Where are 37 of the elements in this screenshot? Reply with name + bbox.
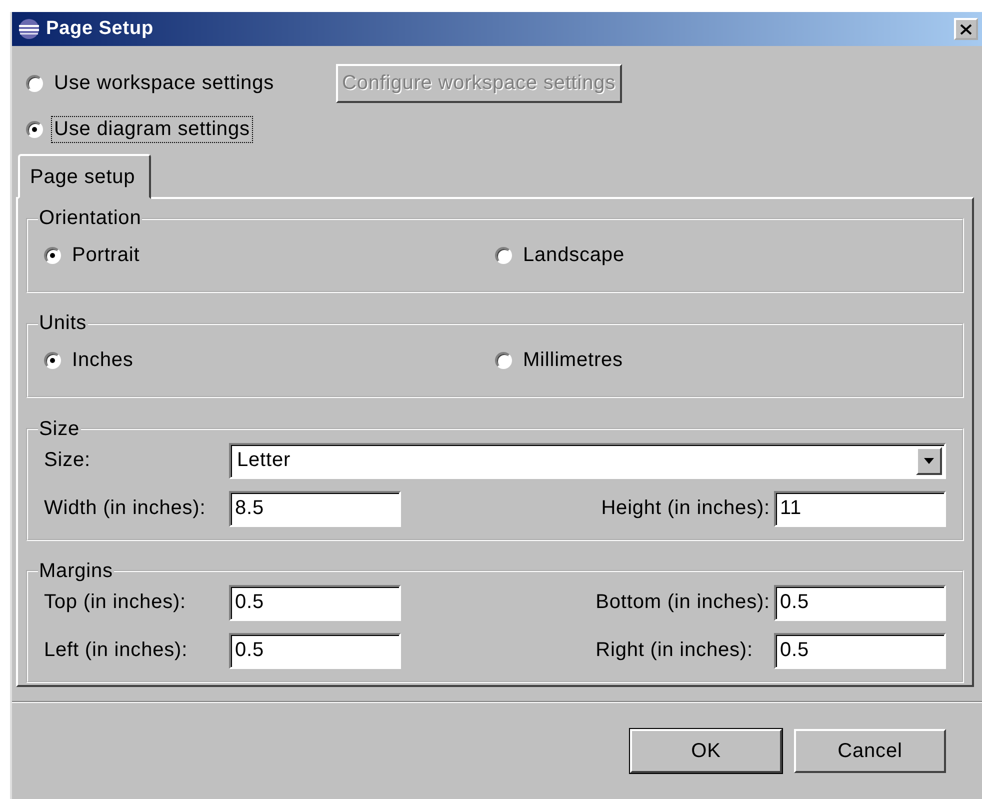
radio-label[interactable]: Portrait <box>69 242 143 269</box>
field-label: Right (in inches): <box>596 639 754 662</box>
radio-button[interactable] <box>44 247 61 264</box>
field-label: Top (in inches): <box>44 591 188 614</box>
radio-label[interactable]: Inches <box>69 347 136 374</box>
size-dropdown[interactable]: Letter <box>229 442 946 479</box>
dialog-button[interactable]: Cancel <box>794 729 946 773</box>
group-title: Orientation <box>38 207 142 230</box>
input-field[interactable]: 0.5 <box>774 584 946 621</box>
input-field[interactable]: 0.5 <box>229 632 401 669</box>
field-label: Height (in inches): <box>601 497 771 520</box>
input-field[interactable]: 8.5 <box>229 490 401 527</box>
group-title: Size <box>38 418 81 441</box>
input-field[interactable]: 0.5 <box>229 584 401 621</box>
input-field[interactable]: 0.5 <box>774 632 946 669</box>
input-field[interactable]: 11 <box>774 490 946 527</box>
group-title: Units <box>38 312 88 336</box>
close-icon[interactable] <box>960 24 972 34</box>
globe-icon <box>16 18 42 40</box>
tab[interactable]: Page setup <box>18 154 152 199</box>
group-title: Margins <box>38 560 114 583</box>
dialog-button[interactable]: OK <box>630 729 782 773</box>
window-title: Page Setup <box>46 18 154 40</box>
field-label: Left (in inches): <box>44 639 189 662</box>
radio-label[interactable]: Millimetres <box>520 347 626 374</box>
field-label: Bottom (in inches): <box>596 591 771 614</box>
radio-button[interactable] <box>495 247 512 264</box>
radio-label[interactable]: Landscape <box>520 242 628 269</box>
radio-button[interactable] <box>26 120 43 138</box>
close-button[interactable] <box>954 18 978 40</box>
field-label: Width (in inches): <box>44 497 207 520</box>
radio-label[interactable]: Use workspace settings <box>51 70 278 96</box>
radio-button[interactable] <box>26 74 43 92</box>
radio-button[interactable] <box>495 352 512 370</box>
radio-button[interactable] <box>44 352 61 370</box>
radio-label[interactable]: Use diagram settings <box>51 116 253 142</box>
field-label: Size: <box>44 449 92 472</box>
